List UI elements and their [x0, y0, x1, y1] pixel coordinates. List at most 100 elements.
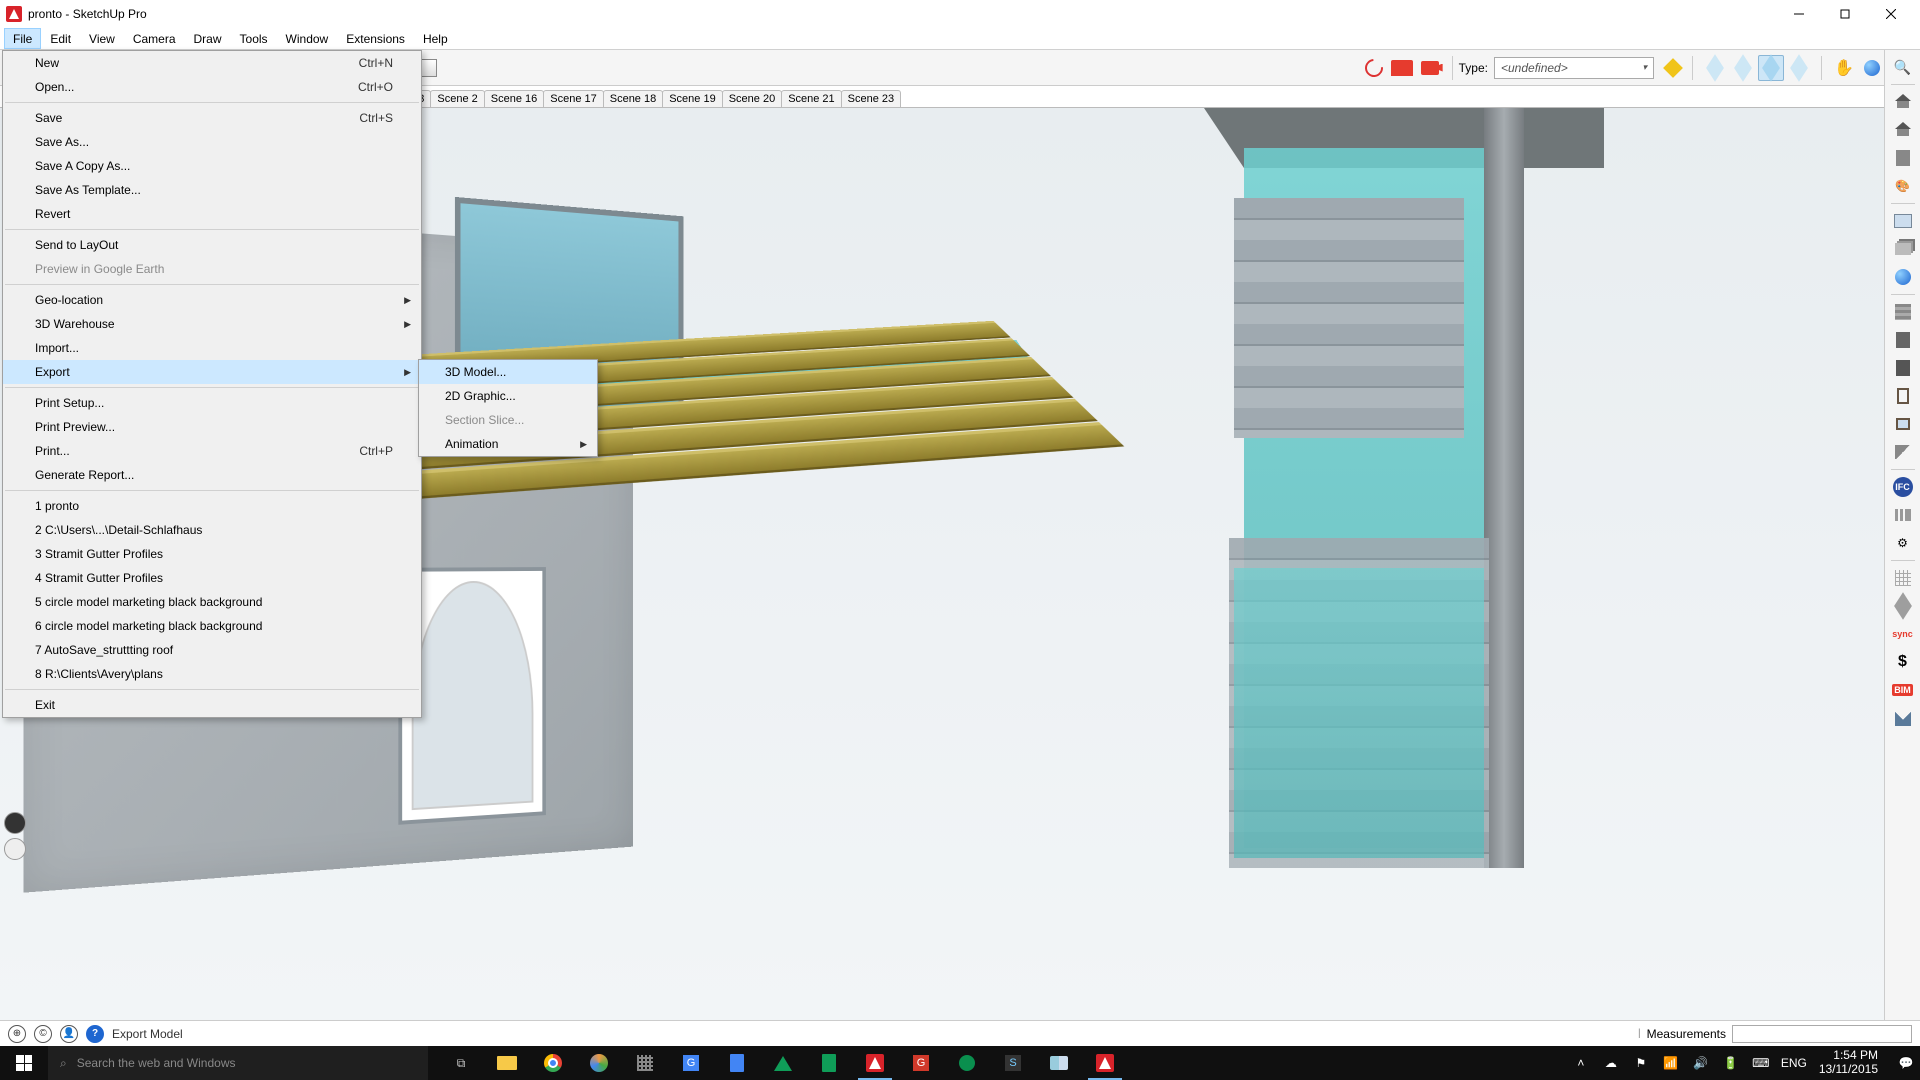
file-menu-item[interactable]: Print Setup...	[3, 391, 421, 415]
type-dropdown[interactable]: <undefined> ▾	[1494, 57, 1654, 79]
open-folder-icon[interactable]	[1389, 55, 1415, 81]
menu-window[interactable]: Window	[277, 28, 338, 49]
type-pick-icon[interactable]	[1660, 55, 1686, 81]
menu-camera[interactable]: Camera	[124, 28, 185, 49]
sheets-icon[interactable]	[806, 1046, 852, 1080]
app-g-icon[interactable]: G	[898, 1046, 944, 1080]
outer-shell-icon[interactable]	[1702, 55, 1728, 81]
file-menu-item[interactable]: Save A Copy As...	[3, 154, 421, 178]
ifc-badge-icon[interactable]: IFC	[1889, 474, 1917, 500]
scene-tab[interactable]: Scene 17	[543, 90, 603, 107]
explorer-icon[interactable]	[484, 1046, 530, 1080]
sketchup2-task-icon[interactable]	[1082, 1046, 1128, 1080]
app-green-icon[interactable]	[944, 1046, 990, 1080]
hand-tool-icon[interactable]: ✋	[1831, 55, 1857, 81]
file-menu-item[interactable]: 6 circle model marketing black backgroun…	[3, 614, 421, 638]
file-menu-item[interactable]: Generate Report...	[3, 463, 421, 487]
menu-extensions[interactable]: Extensions	[337, 28, 414, 49]
wall-icon[interactable]	[1889, 299, 1917, 325]
cube-icon[interactable]	[1889, 593, 1917, 619]
drive-icon[interactable]	[760, 1046, 806, 1080]
export-submenu-item[interactable]: 3D Model...	[419, 360, 597, 384]
tray-battery-icon[interactable]: 🔋	[1721, 1056, 1741, 1070]
measurements-input[interactable]	[1732, 1025, 1912, 1043]
minimize-button[interactable]	[1776, 0, 1822, 28]
intersect-icon[interactable]	[1730, 55, 1756, 81]
tray-notifications-icon[interactable]: 💬	[1896, 1056, 1916, 1070]
docs-icon[interactable]	[714, 1046, 760, 1080]
file-menu-item[interactable]: Export▶	[3, 360, 421, 384]
file-menu-item[interactable]: SaveCtrl+S	[3, 106, 421, 130]
file-menu-item[interactable]: 3 Stramit Gutter Profiles	[3, 542, 421, 566]
scene-tab[interactable]: Scene 18	[603, 90, 663, 107]
scene-tab[interactable]: Scene 20	[722, 90, 782, 107]
export-submenu-item[interactable]: 2D Graphic...	[419, 384, 597, 408]
export-submenu-item[interactable]: Animation▶	[419, 432, 597, 456]
file-menu-item[interactable]: Save As Template...	[3, 178, 421, 202]
file-menu-item[interactable]: Print...Ctrl+P	[3, 439, 421, 463]
user-status-icon[interactable]: 👤	[60, 1025, 78, 1043]
tray-clock[interactable]: 1:54 PM 13/11/2015	[1811, 1049, 1886, 1077]
union-icon[interactable]	[1758, 55, 1784, 81]
house-icon[interactable]	[1889, 89, 1917, 115]
taskbar-search[interactable]: ⌕ Search the web and Windows	[48, 1046, 428, 1080]
file-menu-item[interactable]: 3D Warehouse▶	[3, 312, 421, 336]
tray-lang-label[interactable]: ENG	[1781, 1056, 1801, 1070]
magnify-icon[interactable]: 🔍	[1889, 54, 1917, 80]
file-menu-item[interactable]: NewCtrl+N	[3, 51, 421, 75]
book-icon[interactable]	[1036, 1046, 1082, 1080]
house-alt-icon[interactable]	[1889, 117, 1917, 143]
globe-icon[interactable]	[1889, 264, 1917, 290]
gdocs-icon[interactable]: G	[668, 1046, 714, 1080]
tray-cloud-icon[interactable]: ☁	[1601, 1056, 1621, 1070]
menu-help[interactable]: Help	[414, 28, 457, 49]
palette-icon[interactable]: 🎨	[1889, 173, 1917, 199]
file-menu-item[interactable]: 8 R:\Clients\Avery\plans	[3, 662, 421, 686]
geo-status-icon[interactable]: ⊕	[8, 1025, 26, 1043]
credits-status-icon[interactable]: ©	[34, 1025, 52, 1043]
door-icon[interactable]	[1889, 383, 1917, 409]
help-status-icon[interactable]	[86, 1025, 104, 1043]
tray-volume-icon[interactable]: 🔊	[1691, 1056, 1711, 1070]
wrench-icon[interactable]	[1889, 705, 1917, 731]
maximize-button[interactable]	[1822, 0, 1868, 28]
file-menu-item[interactable]: Exit	[3, 693, 421, 717]
chrome-icon[interactable]	[530, 1046, 576, 1080]
scene-tab[interactable]: Scene 19	[662, 90, 722, 107]
file-menu-item[interactable]: Send to LayOut	[3, 233, 421, 257]
file-menu-item[interactable]: Print Preview...	[3, 415, 421, 439]
sketchup-task-icon[interactable]	[852, 1046, 898, 1080]
file-menu-item[interactable]: 7 AutoSave_struttting roof	[3, 638, 421, 662]
file-menu-item[interactable]: 2 C:\Users\...\Detail-Schlafhaus	[3, 518, 421, 542]
subtract-icon[interactable]	[1786, 55, 1812, 81]
file-menu-item[interactable]: Save As...	[3, 130, 421, 154]
chart-icon[interactable]	[1889, 502, 1917, 528]
file-menu-item[interactable]: Import...	[3, 336, 421, 360]
file-menu-item[interactable]: Geo-location▶	[3, 288, 421, 312]
menu-tools[interactable]: Tools	[231, 28, 277, 49]
scene-tab[interactable]: Scene 16	[484, 90, 544, 107]
file-menu-item[interactable]: 1 pronto	[3, 494, 421, 518]
tray-flag-icon[interactable]: ⚑	[1631, 1056, 1651, 1070]
globe-icon[interactable]	[1859, 55, 1885, 81]
start-button[interactable]	[0, 1046, 48, 1080]
file-menu-item[interactable]: 4 Stramit Gutter Profiles	[3, 566, 421, 590]
tray-keyboard-icon[interactable]: ⌨	[1751, 1056, 1771, 1070]
walk-icon[interactable]	[4, 812, 26, 834]
app-s-icon[interactable]: S	[990, 1046, 1036, 1080]
app2-icon[interactable]	[622, 1046, 668, 1080]
panel2-icon[interactable]	[1889, 355, 1917, 381]
sync-icon[interactable]: sync	[1889, 621, 1917, 647]
menu-draw[interactable]: Draw	[185, 28, 231, 49]
dollar-icon[interactable]: $	[1889, 649, 1917, 675]
file-menu-item[interactable]: Revert	[3, 202, 421, 226]
close-button[interactable]	[1868, 0, 1914, 28]
scene-tab[interactable]: Scene 23	[841, 90, 901, 107]
stair-icon[interactable]	[1889, 439, 1917, 465]
file-menu-item[interactable]: 5 circle model marketing black backgroun…	[3, 590, 421, 614]
scene-tab[interactable]: Scene 2	[430, 90, 484, 107]
scene-tab[interactable]: Scene 21	[781, 90, 841, 107]
layers-icon[interactable]	[1889, 236, 1917, 262]
menu-edit[interactable]: Edit	[41, 28, 80, 49]
taskview-icon[interactable]: ⧉	[438, 1046, 484, 1080]
